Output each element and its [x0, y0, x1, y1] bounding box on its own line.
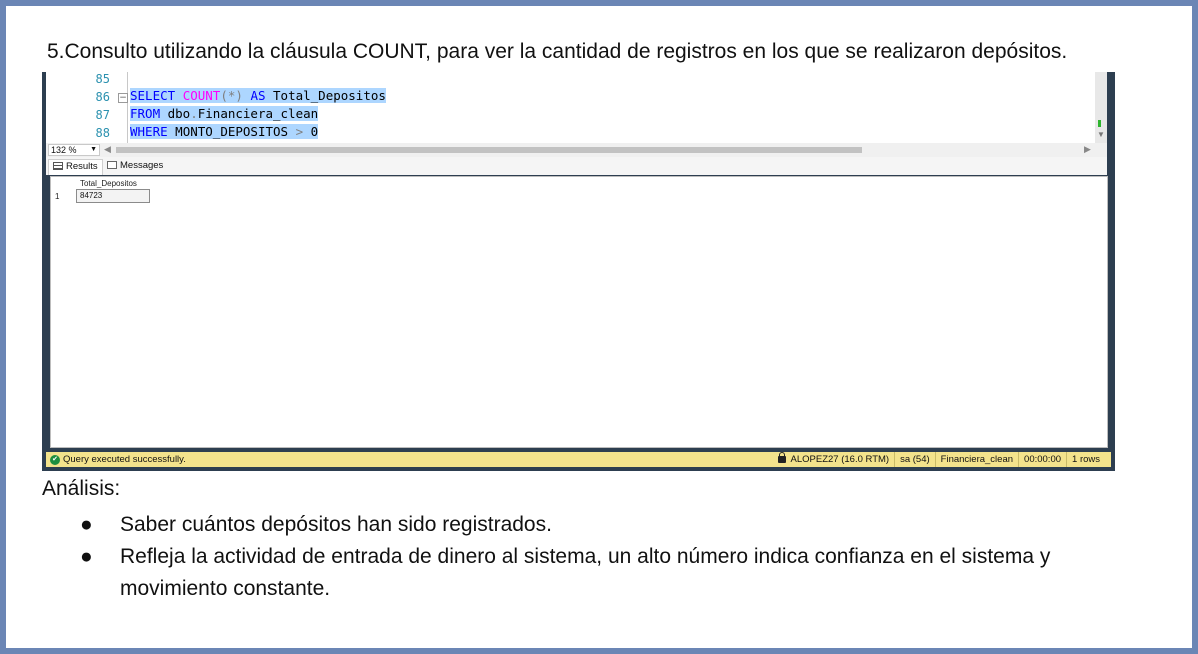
- sql-token: MONTO_DEPOSITOS: [167, 124, 296, 139]
- chevron-down-icon: ▼: [90, 146, 97, 153]
- vertical-scrollbar[interactable]: ▼: [1095, 72, 1107, 143]
- zoom-value: 132 %: [51, 145, 77, 155]
- result-cell[interactable]: 84723: [76, 189, 150, 203]
- code-line-87[interactable]: FROM dbo.Financiera_clean: [130, 106, 319, 121]
- messages-icon: [107, 161, 117, 169]
- horizontal-scroll-thumb[interactable]: [116, 147, 862, 153]
- row-count: 1 rows: [1066, 452, 1105, 467]
- sql-token: AS: [250, 88, 266, 103]
- sql-token: (*): [220, 88, 243, 103]
- query-editor[interactable]: 85 86 87 88 − SELECT COUNT(*) AS Total_D…: [46, 72, 1107, 143]
- user-info: sa (54): [894, 452, 935, 467]
- scroll-down-icon[interactable]: ▼: [1097, 130, 1105, 139]
- database-info: Financiera_clean: [934, 452, 1018, 467]
- section-heading: 5.Consulto utilizando la cláusula COUNT,…: [47, 40, 1068, 63]
- bullet-icon: ●: [80, 513, 93, 536]
- change-marker: [1098, 120, 1101, 127]
- tab-results-label: Results: [66, 161, 98, 172]
- ssms-window: 85 86 87 88 − SELECT COUNT(*) AS Total_D…: [42, 72, 1115, 471]
- result-tabs: Results Messages: [46, 157, 1107, 175]
- column-header[interactable]: Total_Depositos: [77, 179, 151, 189]
- line-number: 88: [95, 126, 110, 140]
- sql-token: .: [190, 106, 198, 121]
- list-item-text: Saber cuántos depósitos han sido registr…: [120, 513, 552, 536]
- line-number: 87: [95, 108, 110, 122]
- success-check-icon: ✔: [50, 455, 60, 465]
- collapse-icon[interactable]: −: [118, 93, 128, 103]
- editor-horizontal-bar: 132 % ▼ ◀ ▶: [46, 143, 1107, 157]
- analysis-title: Análisis:: [42, 477, 121, 500]
- tab-messages[interactable]: Messages: [103, 159, 167, 175]
- results-grid[interactable]: Total_Depositos 1 84723: [50, 176, 1108, 448]
- lock-icon: [777, 452, 786, 463]
- status-message: Query executed successfully.: [63, 454, 186, 465]
- bullet-icon: ●: [80, 545, 93, 568]
- scroll-left-icon[interactable]: ◀: [104, 144, 111, 155]
- sql-token: 0: [303, 124, 319, 139]
- line-gutter: 85 86 87 88: [46, 72, 118, 143]
- grid-icon: [53, 162, 63, 170]
- analysis-list: ● Saber cuántos depósitos han sido regist…: [80, 509, 1160, 605]
- code-line-88[interactable]: WHERE MONTO_DEPOSITOS > 0: [130, 124, 319, 139]
- line-number: 86: [95, 90, 110, 104]
- scroll-right-icon[interactable]: ▶: [1084, 144, 1091, 155]
- sql-token: dbo: [160, 106, 191, 121]
- row-number[interactable]: 1: [55, 192, 59, 201]
- server-info: ALOPEZ27 (16.0 RTM): [773, 452, 895, 467]
- sql-token: FROM: [130, 106, 161, 121]
- elapsed-time: 00:00:00: [1018, 452, 1066, 467]
- zoom-select[interactable]: 132 % ▼: [48, 144, 100, 156]
- list-item: ● Saber cuántos depósitos han sido regist…: [80, 509, 1160, 541]
- code-line-86[interactable]: SELECT COUNT(*) AS Total_Depositos: [130, 88, 386, 103]
- sql-token: Financiera_clean: [197, 106, 319, 121]
- sql-token: >: [295, 124, 304, 139]
- line-number: 85: [95, 72, 110, 86]
- sql-token: COUNT: [182, 88, 221, 103]
- server-name: ALOPEZ27 (16.0 RTM): [790, 454, 890, 465]
- status-bar: ✔ Query executed successfully. ALOPEZ27 …: [46, 452, 1111, 467]
- outline-guide: [127, 72, 128, 143]
- sql-token: Total_Depositos: [265, 88, 386, 103]
- tab-results[interactable]: Results: [48, 159, 103, 175]
- sql-token: WHERE: [130, 124, 168, 139]
- sql-token: SELECT: [130, 88, 176, 103]
- tab-messages-label: Messages: [120, 160, 164, 171]
- list-item-text: Refleja la actividad de entrada de diner…: [120, 545, 1051, 600]
- status-info: ALOPEZ27 (16.0 RTM) sa (54) Financiera_cle…: [773, 452, 1105, 467]
- list-item: ● Refleja la actividad de entrada de dine…: [80, 541, 1160, 605]
